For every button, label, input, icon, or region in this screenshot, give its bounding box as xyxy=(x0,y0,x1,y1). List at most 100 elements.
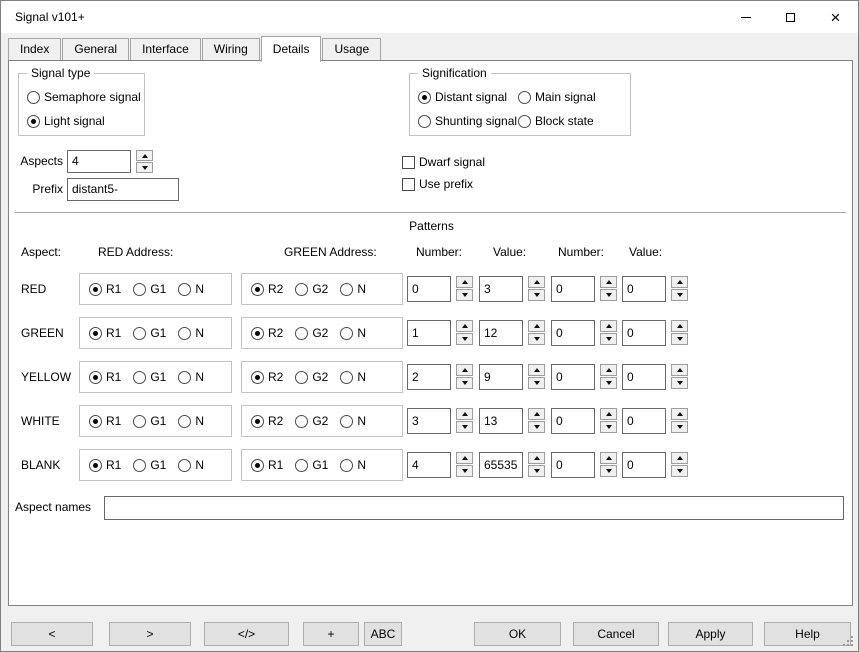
spin-down-button[interactable] xyxy=(600,289,617,301)
checkbox-use-prefix[interactable]: Use prefix xyxy=(402,177,473,191)
code-button[interactable]: </> xyxy=(204,622,289,646)
spin-up-button[interactable] xyxy=(671,364,688,376)
spin-up-button[interactable] xyxy=(528,276,545,288)
radio-g1[interactable]: G1 xyxy=(133,370,166,384)
radio-r2[interactable]: R2 xyxy=(251,326,283,340)
spin-up-button[interactable] xyxy=(456,452,473,464)
spin-down-button[interactable] xyxy=(600,333,617,345)
number-input[interactable]: 2 xyxy=(407,364,451,390)
spin-up-button[interactable] xyxy=(671,320,688,332)
value-input[interactable]: 0 xyxy=(622,320,666,346)
radio-r1[interactable]: R1 xyxy=(89,414,121,428)
apply-button[interactable]: Apply xyxy=(668,622,753,646)
value-input[interactable]: 0 xyxy=(622,276,666,302)
spin-down-button[interactable] xyxy=(671,333,688,345)
value-input[interactable]: 0 xyxy=(622,452,666,478)
tab-details[interactable]: Details xyxy=(261,36,322,62)
spin-down-button[interactable] xyxy=(671,289,688,301)
radio-r2[interactable]: R2 xyxy=(251,370,283,384)
radio-n[interactable]: N xyxy=(340,326,366,340)
spin-up-button[interactable] xyxy=(671,408,688,420)
radio-g1[interactable]: G1 xyxy=(295,458,328,472)
spin-up-button[interactable] xyxy=(528,452,545,464)
tab-general[interactable]: General xyxy=(62,38,129,60)
number-input[interactable]: 4 xyxy=(407,452,451,478)
tab-interface[interactable]: Interface xyxy=(130,38,201,60)
number-input[interactable]: 0 xyxy=(407,276,451,302)
spin-down-button[interactable] xyxy=(528,333,545,345)
resize-grip-icon[interactable] xyxy=(851,644,853,646)
radio-g2[interactable]: G2 xyxy=(295,370,328,384)
radio-r1[interactable]: R1 xyxy=(251,458,283,472)
radio-g1[interactable]: G1 xyxy=(133,326,166,340)
radio-main-signal[interactable]: Main signal xyxy=(518,90,596,104)
next-button[interactable]: > xyxy=(109,622,191,646)
spin-down-button[interactable] xyxy=(671,421,688,433)
aspects-input[interactable]: 4 xyxy=(67,150,131,173)
spin-down-button[interactable] xyxy=(528,421,545,433)
radio-r1[interactable]: R1 xyxy=(89,282,121,296)
tab-index[interactable]: Index xyxy=(8,38,61,60)
value-input[interactable]: 0 xyxy=(622,364,666,390)
spin-up-button[interactable] xyxy=(528,408,545,420)
spin-down-button[interactable] xyxy=(456,465,473,477)
maximize-button[interactable] xyxy=(768,1,813,33)
spin-up-button[interactable] xyxy=(600,452,617,464)
number-input[interactable]: 0 xyxy=(551,320,595,346)
radio-n[interactable]: N xyxy=(178,326,204,340)
radio-r1[interactable]: R1 xyxy=(89,370,121,384)
tab-usage[interactable]: Usage xyxy=(322,38,381,60)
spin-up-button[interactable] xyxy=(528,320,545,332)
radio-r1[interactable]: R1 xyxy=(89,458,121,472)
radio-r1[interactable]: R1 xyxy=(89,326,121,340)
number-input[interactable]: 0 xyxy=(551,276,595,302)
number-input[interactable]: 0 xyxy=(551,452,595,478)
spin-down-button[interactable] xyxy=(528,377,545,389)
radio-g2[interactable]: G2 xyxy=(295,282,328,296)
spin-down-button[interactable] xyxy=(600,377,617,389)
spin-down-button[interactable] xyxy=(600,465,617,477)
value-input[interactable]: 3 xyxy=(479,276,523,302)
value-input[interactable]: 13 xyxy=(479,408,523,434)
abc-button[interactable]: ABC xyxy=(364,622,402,646)
spin-down-button[interactable] xyxy=(456,333,473,345)
radio-light-signal[interactable]: Light signal xyxy=(27,114,105,128)
spin-up-button[interactable] xyxy=(600,364,617,376)
number-input[interactable]: 0 xyxy=(551,408,595,434)
radio-n[interactable]: N xyxy=(340,370,366,384)
radio-g1[interactable]: G1 xyxy=(133,458,166,472)
spin-up-button[interactable] xyxy=(136,150,153,161)
radio-n[interactable]: N xyxy=(340,414,366,428)
radio-block-state[interactable]: Block state xyxy=(518,114,594,128)
spin-down-button[interactable] xyxy=(528,289,545,301)
spin-down-button[interactable] xyxy=(528,465,545,477)
spin-up-button[interactable] xyxy=(600,408,617,420)
radio-n[interactable]: N xyxy=(340,282,366,296)
spin-up-button[interactable] xyxy=(600,276,617,288)
spin-down-button[interactable] xyxy=(671,465,688,477)
aspect-names-input[interactable] xyxy=(104,496,844,520)
radio-g2[interactable]: G2 xyxy=(295,414,328,428)
plus-button[interactable]: + xyxy=(303,622,359,646)
spin-down-button[interactable] xyxy=(456,377,473,389)
radio-semaphore-signal[interactable]: Semaphore signal xyxy=(27,90,141,104)
radio-r2[interactable]: R2 xyxy=(251,282,283,296)
radio-shunting-signal[interactable]: Shunting signal xyxy=(418,114,517,128)
prefix-input[interactable]: distant5- xyxy=(67,178,179,201)
number-input[interactable]: 0 xyxy=(551,364,595,390)
spin-up-button[interactable] xyxy=(671,452,688,464)
checkbox-dwarf-signal[interactable]: Dwarf signal xyxy=(402,155,485,169)
radio-distant-signal[interactable]: Distant signal xyxy=(418,90,507,104)
minimize-button[interactable] xyxy=(723,1,768,33)
spin-up-button[interactable] xyxy=(456,320,473,332)
number-input[interactable]: 1 xyxy=(407,320,451,346)
spin-up-button[interactable] xyxy=(528,364,545,376)
radio-g2[interactable]: G2 xyxy=(295,326,328,340)
spin-down-button[interactable] xyxy=(671,377,688,389)
value-input[interactable]: 9 xyxy=(479,364,523,390)
radio-n[interactable]: N xyxy=(178,282,204,296)
prev-button[interactable]: < xyxy=(11,622,93,646)
radio-n[interactable]: N xyxy=(340,458,366,472)
spin-up-button[interactable] xyxy=(671,276,688,288)
spin-down-button[interactable] xyxy=(456,421,473,433)
